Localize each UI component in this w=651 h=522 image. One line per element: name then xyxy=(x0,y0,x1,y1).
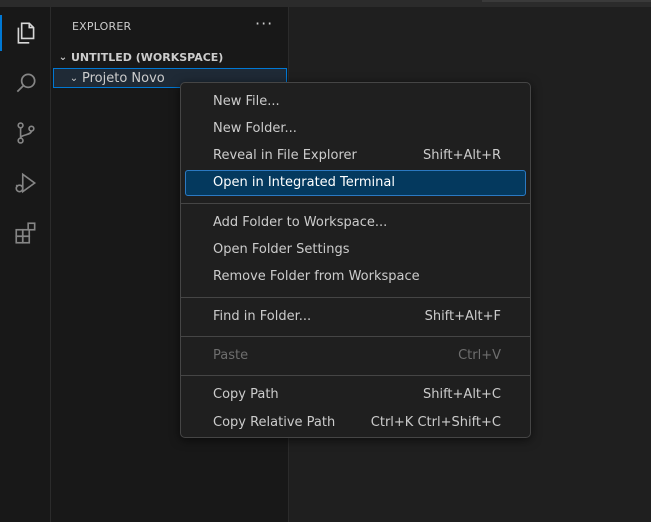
activity-run-debug[interactable] xyxy=(0,159,51,207)
menu-item-paste: Paste Ctrl+V xyxy=(185,342,526,368)
menu-separator xyxy=(181,375,530,377)
menu-item-add-folder-to-workspace[interactable]: Add Folder to Workspace... xyxy=(185,209,526,235)
menu-item-open-folder-settings[interactable]: Open Folder Settings xyxy=(185,237,526,263)
activity-bar xyxy=(0,7,51,522)
menu-item-new-file[interactable]: New File... xyxy=(185,88,526,114)
chevron-down-icon: ⌄ xyxy=(58,51,68,63)
activity-extensions[interactable] xyxy=(0,209,51,257)
menu-item-label: Find in Folder... xyxy=(213,308,312,324)
menu-item-label: Paste xyxy=(213,347,249,363)
run-debug-icon xyxy=(14,172,36,194)
files-icon xyxy=(17,22,34,44)
context-menu: New File... New Folder... Reveal in File E… xyxy=(180,82,531,438)
menu-item-label: New File... xyxy=(213,93,280,109)
title-bar-strip xyxy=(0,0,651,7)
menu-item-shortcut: Shift+Alt+C xyxy=(422,387,501,403)
menu-item-open-in-integrated-terminal[interactable]: Open in Integrated Terminal xyxy=(185,169,526,196)
activity-search[interactable] xyxy=(0,59,51,107)
menu-item-shortcut: Shift+Alt+F xyxy=(424,308,501,324)
menu-item-new-folder[interactable]: New Folder... xyxy=(185,115,526,141)
search-icon xyxy=(16,73,36,93)
menu-item-label: Copy Path xyxy=(213,387,279,403)
activity-explorer[interactable] xyxy=(0,9,51,57)
menu-item-find-in-folder[interactable]: Find in Folder... Shift+Alt+F xyxy=(185,303,526,329)
menu-separator xyxy=(181,296,530,298)
activity-source-control[interactable] xyxy=(0,109,51,157)
extensions-icon xyxy=(14,222,35,244)
menu-item-label: Copy Relative Path xyxy=(213,414,336,430)
menu-separator xyxy=(181,335,530,337)
menu-item-shortcut: Ctrl+V xyxy=(458,347,501,363)
more-actions-button[interactable]: ··· xyxy=(255,14,273,33)
menu-item-label: New Folder... xyxy=(213,120,297,136)
source-control-icon xyxy=(16,122,35,144)
explorer-title: EXPLORER xyxy=(72,20,132,33)
menu-item-shortcut: Ctrl+K Ctrl+Shift+C xyxy=(370,414,501,430)
workspace-label: UNTITLED (WORKSPACE) xyxy=(71,50,224,64)
menu-item-label: Reveal in File Explorer xyxy=(213,148,357,164)
menu-item-label: Open in Integrated Terminal xyxy=(213,175,395,191)
menu-separator xyxy=(181,202,530,204)
menu-item-label: Open Folder Settings xyxy=(213,242,350,257)
menu-item-copy-relative-path[interactable]: Copy Relative Path Ctrl+K Ctrl+Shift+C xyxy=(185,409,526,435)
chevron-down-icon: ⌄ xyxy=(69,72,79,84)
menu-item-shortcut: Shift+Alt+R xyxy=(423,148,501,164)
workspace-header[interactable]: ⌄ UNTITLED (WORKSPACE) xyxy=(51,47,289,67)
menu-item-reveal-in-file-explorer[interactable]: Reveal in File Explorer Shift+Alt+R xyxy=(185,143,526,169)
menu-item-remove-folder-from-workspace[interactable]: Remove Folder from Workspace xyxy=(185,264,526,290)
folder-name: Projeto Novo xyxy=(82,70,165,86)
menu-item-label: Remove Folder from Workspace xyxy=(213,269,420,285)
menu-item-copy-path[interactable]: Copy Path Shift+Alt+C xyxy=(185,382,526,408)
menu-item-label: Add Folder to Workspace... xyxy=(213,214,388,230)
